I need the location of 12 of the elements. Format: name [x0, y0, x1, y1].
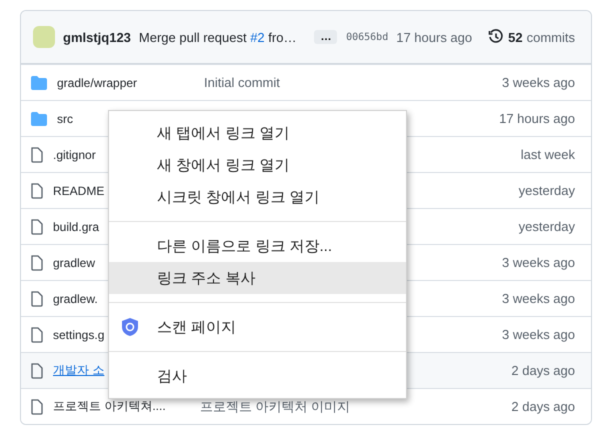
file-time: last week — [520, 147, 575, 162]
commit-message: Merge pull request #2 fro… — [138, 30, 296, 44]
file-time: 2 days ago — [511, 363, 575, 378]
file-time: 17 hours ago — [499, 111, 575, 126]
file-time: 3 weeks ago — [502, 75, 575, 90]
file-time: 2 days ago — [511, 399, 575, 414]
file-time: yesterday — [518, 183, 575, 198]
commit-time: 17 hours ago — [396, 30, 472, 44]
file-time: yesterday — [518, 219, 575, 234]
file-time: 3 weeks ago — [502, 255, 575, 270]
file-time: 3 weeks ago — [502, 291, 575, 306]
file-time: 3 weeks ago — [502, 327, 575, 342]
